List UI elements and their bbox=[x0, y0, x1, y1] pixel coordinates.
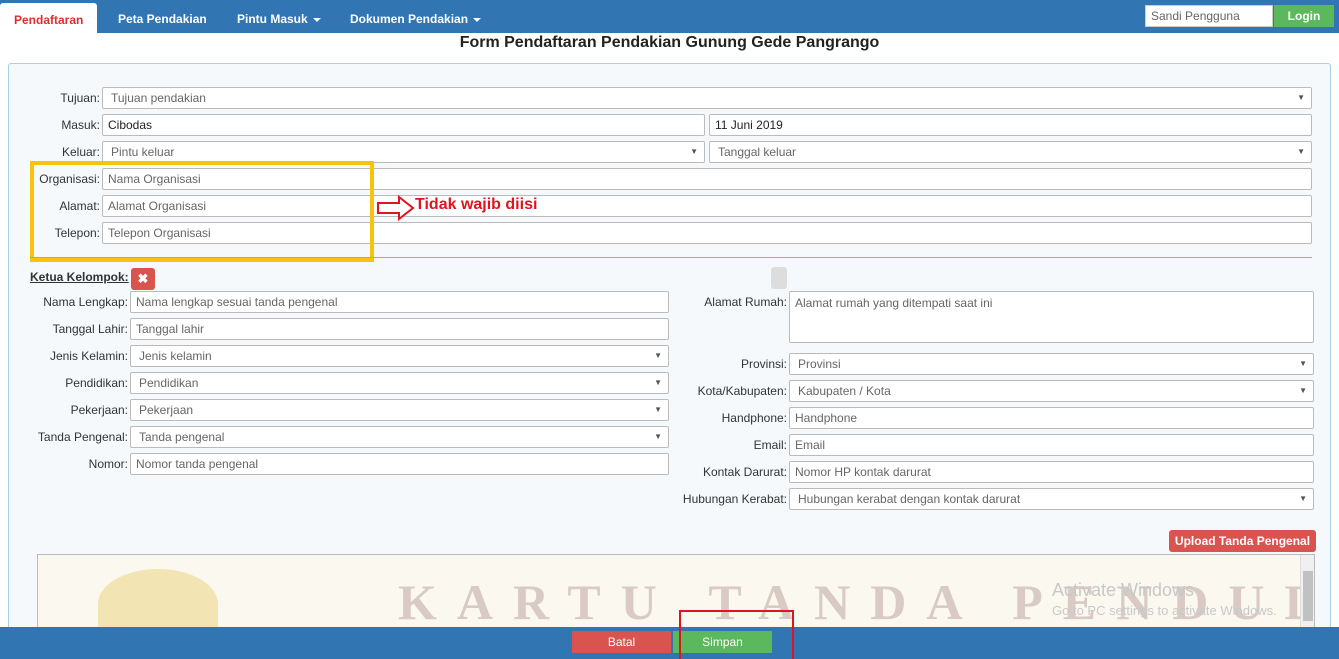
handphone-input[interactable]: Handphone bbox=[789, 407, 1314, 429]
page-title: Form Pendaftaran Pendakian Gunung Gede P… bbox=[459, 34, 880, 51]
email-input[interactable]: Email bbox=[789, 434, 1314, 456]
jenis-kelamin-label: Jenis Kelamin: bbox=[49, 349, 128, 363]
pekerjaan-select[interactable]: Pekerjaan bbox=[130, 399, 669, 421]
nama-lengkap-label: Nama Lengkap: bbox=[43, 295, 128, 309]
highlight-box-simpan bbox=[679, 610, 794, 659]
hubungan-kerabat-select[interactable]: Hubungan kerabat dengan kontak darurat bbox=[789, 488, 1314, 510]
arrow-right-icon bbox=[377, 195, 415, 221]
activate-line1: Activate Windows bbox=[1052, 580, 1195, 600]
nomor-label: Nomor: bbox=[88, 457, 128, 471]
keluar-select[interactable]: Pintu keluar bbox=[102, 141, 705, 163]
tab-pendaftaran[interactable]: Pendaftaran bbox=[0, 3, 98, 33]
tanda-pengenal-label: Tanda Pengenal: bbox=[37, 430, 128, 444]
provinsi-select[interactable]: Provinsi bbox=[789, 353, 1314, 375]
masuk-label: Masuk: bbox=[61, 118, 100, 132]
masuk-input[interactable]: Cibodas bbox=[102, 114, 705, 136]
pendidikan-select[interactable]: Pendidikan bbox=[130, 372, 669, 394]
kota-kabupaten-select[interactable]: Kabupaten / Kota bbox=[789, 380, 1314, 402]
caret-down-icon bbox=[312, 17, 321, 22]
top-navbar: Pendaftaran Peta Pendakian Pintu Masuk D… bbox=[0, 0, 1339, 33]
tujuan-select[interactable]: Tujuan pendakian bbox=[102, 87, 1312, 109]
alamat-rumah-label: Alamat Rumah: bbox=[704, 295, 787, 309]
highlight-box-optional bbox=[30, 161, 374, 262]
jenis-kelamin-select[interactable]: Jenis kelamin bbox=[130, 345, 669, 367]
scroll-thumb[interactable] bbox=[1303, 571, 1313, 621]
activate-windows-watermark: Activate Windows Go to PC settings to ac… bbox=[1052, 580, 1277, 618]
tanggal-lahir-input[interactable]: Tanggal lahir bbox=[130, 318, 669, 340]
ketua-kelompok-heading: Ketua Kelompok: bbox=[30, 270, 129, 284]
batal-button[interactable]: Batal bbox=[572, 631, 671, 653]
tab-pintu-masuk-label: Pintu Masuk bbox=[237, 12, 308, 26]
close-icon: ✖ bbox=[137, 271, 149, 286]
provinsi-label: Provinsi: bbox=[740, 357, 787, 371]
tab-dokumen-label: Dokumen Pendakian bbox=[350, 12, 469, 26]
tab-dokumen-pendakian[interactable]: Dokumen Pendakian bbox=[350, 0, 482, 33]
caret-down-icon bbox=[473, 17, 482, 22]
preview-scrollbar[interactable] bbox=[1300, 555, 1314, 628]
alamat-rumah-textarea[interactable]: Alamat rumah yang ditempati saat ini bbox=[789, 291, 1314, 343]
password-input[interactable] bbox=[1145, 5, 1273, 27]
section-divider bbox=[30, 257, 1312, 258]
hubungan-kerabat-label: Hubungan Kerabat: bbox=[682, 492, 787, 506]
pendidikan-label: Pendidikan: bbox=[65, 376, 128, 390]
upload-tanda-pengenal-button[interactable]: Upload Tanda Pengenal bbox=[1169, 530, 1316, 552]
email-label: Email: bbox=[753, 438, 787, 452]
kontak-darurat-input[interactable]: Nomor HP kontak darurat bbox=[789, 461, 1314, 483]
keluar-date-select[interactable]: Tanggal keluar bbox=[709, 141, 1312, 163]
tab-pintu-masuk[interactable]: Pintu Masuk bbox=[237, 0, 321, 33]
tujuan-label: Tujuan: bbox=[60, 91, 100, 105]
remove-ketua-button[interactable]: ✖ bbox=[131, 268, 155, 290]
kontak-darurat-label: Kontak Darurat: bbox=[702, 465, 787, 479]
tanggal-lahir-label: Tanggal Lahir: bbox=[52, 322, 128, 336]
keluar-label: Keluar: bbox=[61, 145, 100, 159]
login-button[interactable]: Login bbox=[1274, 5, 1334, 27]
pekerjaan-label: Pekerjaan: bbox=[70, 403, 128, 417]
kota-kabupaten-label: Kota/Kabupaten: bbox=[697, 384, 787, 398]
masuk-date-input[interactable]: 11 Juni 2019 bbox=[709, 114, 1312, 136]
tanda-pengenal-select[interactable]: Tanda pengenal bbox=[130, 426, 669, 448]
garuda-emblem-icon bbox=[98, 569, 218, 628]
handphone-label: Handphone: bbox=[721, 411, 787, 425]
activate-line2: Go to PC settings to activate Windows. bbox=[1052, 603, 1277, 618]
bottom-action-bar: Batal Simpan bbox=[0, 627, 1339, 659]
drag-handle[interactable] bbox=[771, 267, 787, 289]
tab-peta-pendakian[interactable]: Peta Pendakian bbox=[118, 0, 207, 33]
nomor-input[interactable]: Nomor tanda pengenal bbox=[130, 453, 669, 475]
nama-lengkap-input[interactable]: Nama lengkap sesuai tanda pengenal bbox=[130, 291, 669, 313]
annotation-optional-text: Tidak wajib diisi bbox=[415, 196, 538, 213]
